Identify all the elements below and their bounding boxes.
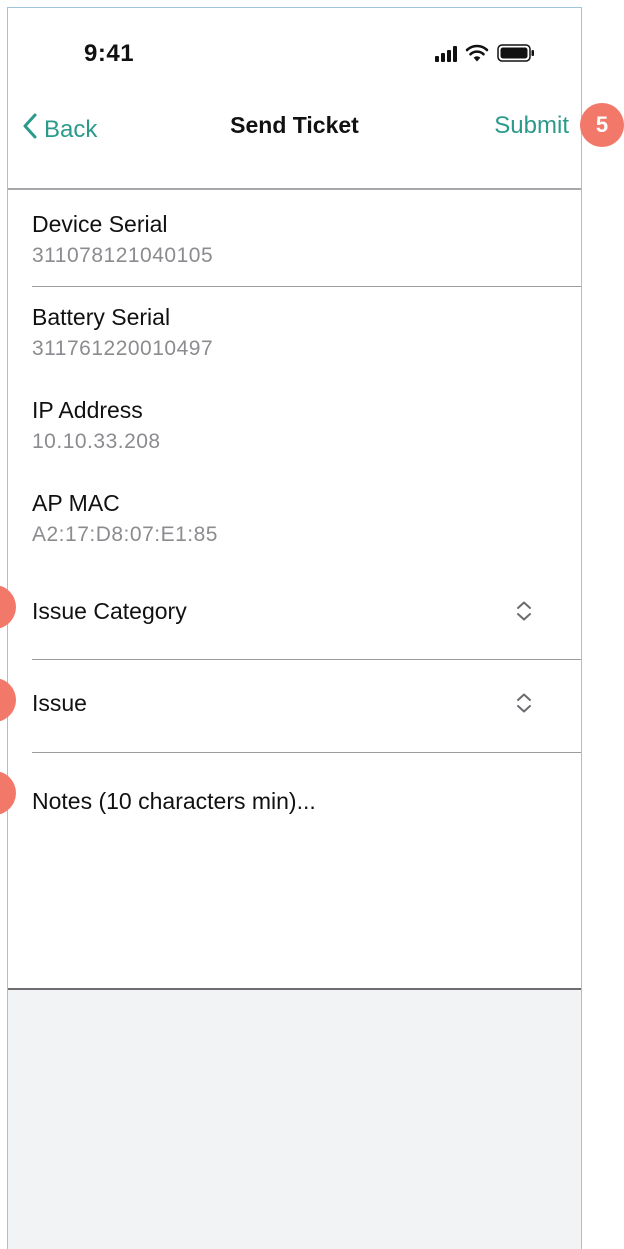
chevron-up-down-icon bbox=[515, 692, 533, 719]
chevron-up-down-icon bbox=[515, 600, 533, 627]
navbar-divider bbox=[8, 188, 581, 190]
device-serial-label: Device Serial bbox=[32, 211, 168, 237]
notes-textarea[interactable]: Notes (10 characters min)... bbox=[32, 788, 561, 815]
ap-mac-label: AP MAC bbox=[32, 490, 120, 516]
ip-address-value: 10.10.33.208 bbox=[32, 430, 161, 453]
status-icons bbox=[435, 44, 535, 62]
divider bbox=[32, 752, 581, 753]
ap-mac-value: A2:17:D8:07:E1:85 bbox=[32, 523, 218, 546]
ip-address-label: IP Address bbox=[32, 397, 143, 423]
phone-screen: 9:41 Back Send Ticket Submit Device Seri… bbox=[7, 7, 582, 1249]
ip-address-row: IP Address 10.10.33.208 bbox=[32, 397, 581, 454]
keyboard-area bbox=[8, 988, 581, 1249]
device-serial-value: 311078121040105 bbox=[32, 244, 214, 267]
ap-mac-row: AP MAC A2:17:D8:07:E1:85 bbox=[32, 490, 581, 547]
wifi-icon bbox=[465, 44, 489, 62]
battery-icon bbox=[497, 44, 535, 62]
device-serial-row: Device Serial 311078121040105 bbox=[32, 211, 581, 268]
battery-serial-label: Battery Serial bbox=[32, 304, 171, 330]
navigation-bar: Back Send Ticket Submit bbox=[8, 96, 581, 188]
cellular-signal-icon bbox=[435, 46, 457, 62]
issue-category-select[interactable]: Issue Category bbox=[32, 568, 581, 660]
issue-label: Issue bbox=[32, 690, 87, 716]
issue-category-label: Issue Category bbox=[32, 598, 187, 624]
status-time: 9:41 bbox=[84, 40, 135, 67]
battery-serial-row: Battery Serial 311761220010497 bbox=[32, 304, 581, 361]
battery-serial-value: 311761220010497 bbox=[32, 337, 214, 360]
divider bbox=[32, 286, 581, 287]
submit-button[interactable]: Submit bbox=[494, 112, 569, 140]
annotation-badge: 5 bbox=[580, 103, 624, 147]
issue-select[interactable]: Issue bbox=[32, 660, 581, 752]
